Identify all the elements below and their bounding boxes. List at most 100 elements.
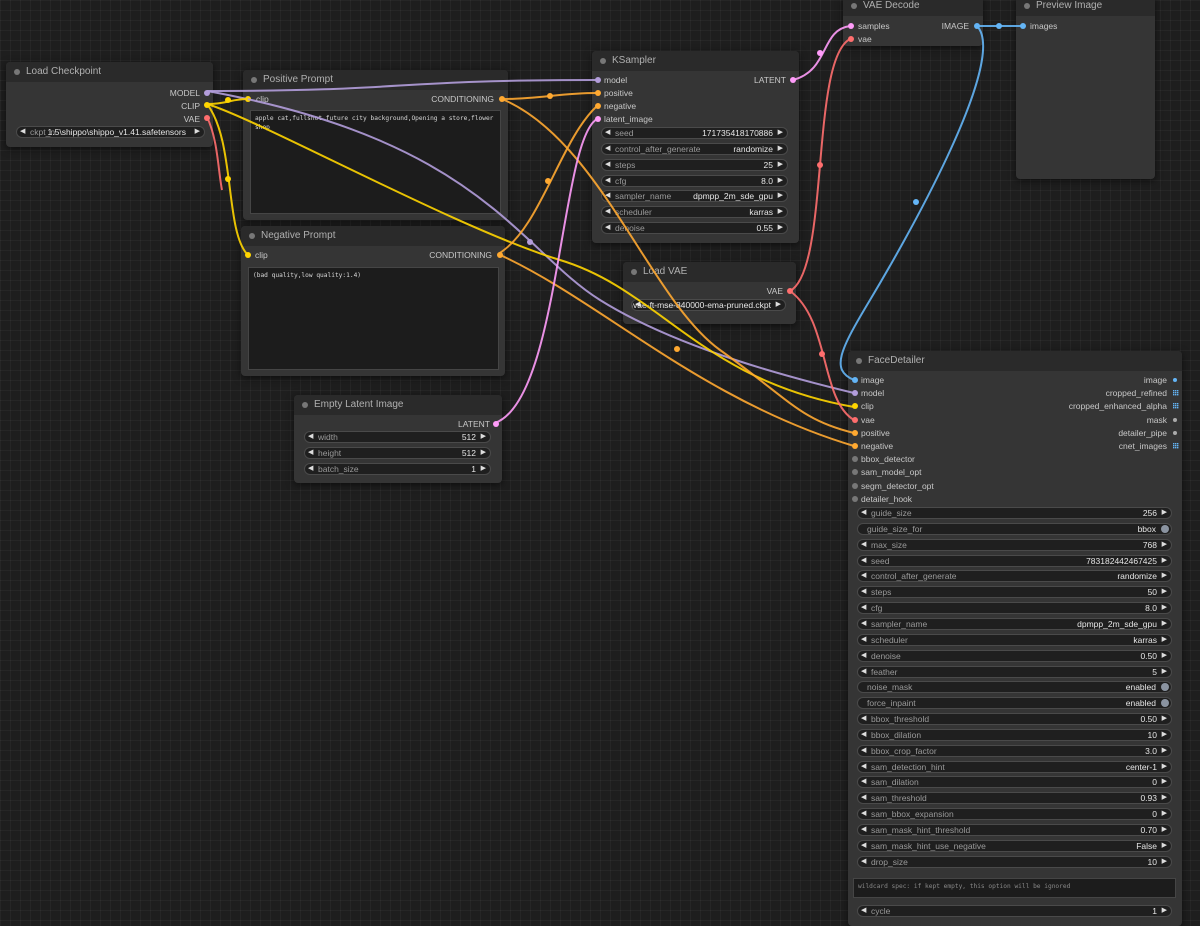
positive-prompt-title[interactable]: Positive Prompt xyxy=(243,70,508,90)
ksampler-widget-denoise[interactable]: ◀ denoise 0.55 ▶ xyxy=(601,222,788,235)
decrement-arrow-icon[interactable]: ◀ xyxy=(605,144,610,154)
input-slot-model[interactable] xyxy=(852,390,858,397)
fd-widget-bbox-threshold[interactable]: ◀ bbox_threshold 0.50 ▶ xyxy=(857,713,1172,726)
decrement-arrow-icon[interactable]: ◀ xyxy=(861,587,866,597)
fd-widget-sam-threshold[interactable]: ◀ sam_threshold 0.93 ▶ xyxy=(857,792,1172,805)
increment-arrow-icon[interactable]: ▶ xyxy=(1162,571,1167,581)
increment-arrow-icon[interactable]: ▶ xyxy=(481,432,486,442)
decrement-arrow-icon[interactable]: ◀ xyxy=(605,223,610,233)
increment-arrow-icon[interactable]: ▶ xyxy=(481,464,486,474)
increment-arrow-icon[interactable]: ▶ xyxy=(1162,603,1167,613)
increment-arrow-icon[interactable]: ▶ xyxy=(778,160,783,170)
latent-widget-height[interactable]: ◀ height 512 ▶ xyxy=(304,447,491,459)
input-slot-latent-image[interactable] xyxy=(595,116,601,122)
increment-arrow-icon[interactable]: ▶ xyxy=(1162,857,1167,867)
increment-arrow-icon[interactable]: ▶ xyxy=(1162,508,1167,518)
decrement-arrow-icon[interactable]: ◀ xyxy=(308,448,313,458)
increment-arrow-icon[interactable]: ▶ xyxy=(778,128,783,138)
face-detailer-node[interactable]: FaceDetailer image model clip vae positive ne… xyxy=(848,351,1182,926)
increment-arrow-icon[interactable]: ▶ xyxy=(1162,714,1167,724)
input-slot-clip[interactable] xyxy=(852,403,858,410)
decrement-arrow-icon[interactable]: ◀ xyxy=(605,176,610,186)
fd-widget-force-inpaint[interactable]: force_inpaint enabled xyxy=(857,697,1172,710)
decrement-arrow-icon[interactable]: ◀ xyxy=(861,571,866,581)
load-checkpoint-node[interactable]: Load Checkpoint MODEL CLIP VAE ◀ ckpt_n … xyxy=(6,62,213,147)
decrement-arrow-icon[interactable]: ◀ xyxy=(861,556,866,566)
input-slot-vae[interactable] xyxy=(848,36,854,42)
toggle-knob-icon[interactable] xyxy=(1161,683,1169,692)
increment-arrow-icon[interactable]: ▶ xyxy=(1162,777,1167,787)
decrement-arrow-icon[interactable]: ◀ xyxy=(308,432,313,442)
decrement-arrow-icon[interactable]: ◀ xyxy=(861,809,866,819)
decrement-arrow-icon[interactable]: ◀ xyxy=(861,619,866,629)
empty-latent-image-node[interactable]: Empty Latent Image LATENT ◀ width 512 ▶ ◀ hei… xyxy=(294,395,502,483)
decrement-arrow-icon[interactable]: ◀ xyxy=(605,160,610,170)
fd-widget-scheduler[interactable]: ◀ scheduler karras ▶ xyxy=(857,633,1172,646)
decrement-arrow-icon[interactable]: ◀ xyxy=(861,857,866,867)
input-slot-detailer-hook[interactable] xyxy=(852,495,858,502)
decrement-arrow-icon[interactable]: ◀ xyxy=(861,651,866,661)
node-collapse-dot[interactable] xyxy=(14,69,20,75)
fd-widget-seed[interactable]: ◀ seed 783182442467425 ▶ xyxy=(857,554,1172,567)
increment-arrow-icon[interactable]: ▶ xyxy=(776,300,781,310)
positive-prompt-node[interactable]: Positive Prompt clip CONDITIONING apple … xyxy=(243,70,508,220)
ksampler-title[interactable]: KSampler xyxy=(592,51,799,71)
increment-arrow-icon[interactable]: ▶ xyxy=(1162,841,1167,851)
output-slot-image[interactable] xyxy=(974,23,980,29)
output-slot-model[interactable] xyxy=(204,90,210,96)
load-vae-node[interactable]: Load VAE VAE ◀ vae_name 1.5\vae-ft-mse-8… xyxy=(623,262,796,324)
fd-widget-sampler-name[interactable]: ◀ sampler_name dpmpp_2m_sde_gpu ▶ xyxy=(857,617,1172,630)
fd-widget-sam-dilation[interactable]: ◀ sam_dilation 0 ▶ xyxy=(857,776,1172,789)
fd-widget-noise-mask[interactable]: noise_mask enabled xyxy=(857,681,1172,694)
decrement-arrow-icon[interactable]: ◀ xyxy=(861,762,866,772)
wildcard-textarea[interactable]: wildcard spec: if kept empty, this optio… xyxy=(853,878,1176,898)
node-collapse-dot[interactable] xyxy=(631,269,637,275)
input-slot-negative[interactable] xyxy=(852,443,858,449)
node-collapse-dot[interactable] xyxy=(1024,3,1030,9)
increment-arrow-icon[interactable]: ▶ xyxy=(1162,809,1167,819)
input-slot-model[interactable] xyxy=(595,77,601,83)
fd-widget-max-size[interactable]: ◀ max_size 768 ▶ xyxy=(857,538,1172,551)
decrement-arrow-icon[interactable]: ◀ xyxy=(861,777,866,787)
node-collapse-dot[interactable] xyxy=(249,233,255,239)
output-slot-mask[interactable] xyxy=(1173,417,1177,422)
increment-arrow-icon[interactable]: ▶ xyxy=(778,207,783,217)
node-collapse-dot[interactable] xyxy=(856,358,862,364)
fd-widget-feather[interactable]: ◀ feather 5 ▶ xyxy=(857,665,1172,678)
increment-arrow-icon[interactable]: ▶ xyxy=(481,448,486,458)
fd-widget-guide-size[interactable]: ◀ guide_size 256 ▶ xyxy=(857,507,1172,519)
fd-widget-cycle[interactable]: ◀ cycle 1 ▶ xyxy=(857,905,1172,917)
ksampler-widget-steps[interactable]: ◀ steps 25 ▶ xyxy=(601,158,788,171)
increment-arrow-icon[interactable]: ▶ xyxy=(1162,556,1167,566)
fd-widget-cfg[interactable]: ◀ cfg 8.0 ▶ xyxy=(857,602,1172,615)
decrement-arrow-icon[interactable]: ◀ xyxy=(861,714,866,724)
decrement-arrow-icon[interactable]: ◀ xyxy=(861,906,866,916)
decrement-arrow-icon[interactable]: ◀ xyxy=(861,746,866,756)
load-vae-title[interactable]: Load VAE xyxy=(623,262,796,282)
output-slot-cnet-images-list-icon[interactable] xyxy=(1173,443,1179,449)
output-slot-conditioning[interactable] xyxy=(499,96,505,102)
negative-prompt-textarea[interactable]: (bad quality,low quality:1.4) xyxy=(248,267,499,370)
output-slot-conditioning[interactable] xyxy=(497,252,503,258)
fd-widget-denoise[interactable]: ◀ denoise 0.50 ▶ xyxy=(857,649,1172,662)
decrement-arrow-icon[interactable]: ◀ xyxy=(20,127,25,137)
increment-arrow-icon[interactable]: ▶ xyxy=(1162,825,1167,835)
increment-arrow-icon[interactable]: ▶ xyxy=(1162,540,1167,550)
output-slot-cropped-enhanced-alpha-list-icon[interactable] xyxy=(1173,403,1179,409)
decrement-arrow-icon[interactable]: ◀ xyxy=(861,825,866,835)
increment-arrow-icon[interactable]: ▶ xyxy=(1162,635,1167,645)
preview-image-title[interactable]: Preview Image xyxy=(1016,0,1155,16)
decrement-arrow-icon[interactable]: ◀ xyxy=(861,508,866,518)
output-slot-cropped-refined-list-icon[interactable] xyxy=(1173,390,1179,396)
increment-arrow-icon[interactable]: ▶ xyxy=(778,144,783,154)
increment-arrow-icon[interactable]: ▶ xyxy=(1162,651,1167,661)
input-slot-positive[interactable] xyxy=(595,90,601,96)
increment-arrow-icon[interactable]: ▶ xyxy=(1162,619,1167,629)
node-collapse-dot[interactable] xyxy=(600,58,606,64)
decrement-arrow-icon[interactable]: ◀ xyxy=(861,841,866,851)
fd-widget-sam-mask-hint-threshold[interactable]: ◀ sam_mask_hint_threshold 0.70 ▶ xyxy=(857,824,1172,836)
negative-prompt-node[interactable]: Negative Prompt clip CONDITIONING (bad q… xyxy=(241,226,505,376)
fd-widget-control-after-generate[interactable]: ◀ control_after_generate randomize ▶ xyxy=(857,570,1172,583)
input-slot-negative[interactable] xyxy=(595,103,601,109)
preview-image-node[interactable]: Preview Image images xyxy=(1016,0,1155,179)
